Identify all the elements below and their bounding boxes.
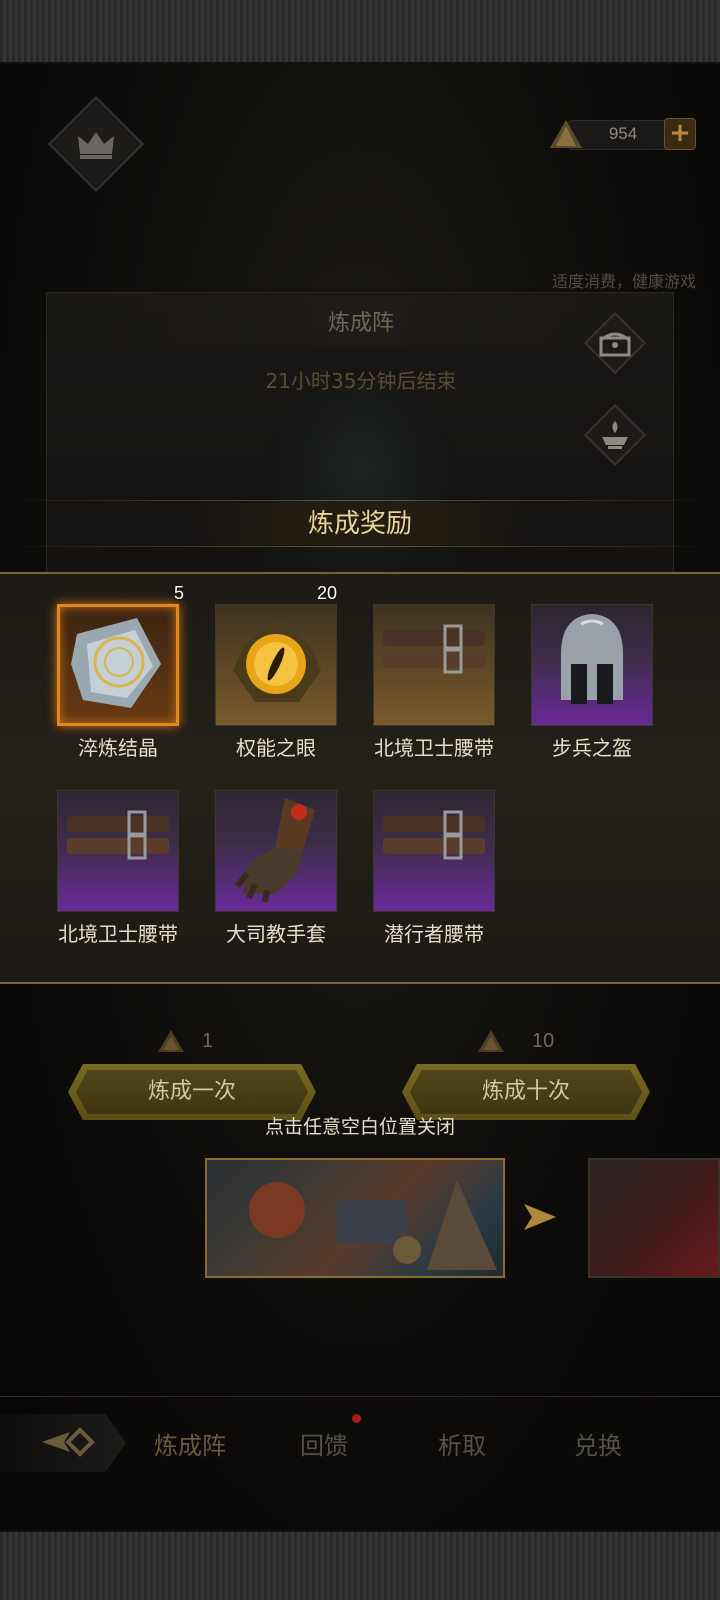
altar-button[interactable] — [583, 403, 647, 467]
belt-icon — [383, 624, 485, 674]
bottom-frame — [0, 1530, 720, 1600]
event-banner[interactable] — [205, 1158, 505, 1278]
item-name: 北境卫士腰带 — [374, 736, 494, 760]
crown-icon[interactable] — [62, 110, 130, 178]
belt-icon — [383, 810, 485, 860]
notification-dot — [352, 1414, 361, 1423]
currency-display: 954 + — [548, 118, 696, 152]
belt-icon — [67, 810, 169, 860]
tab-exchange[interactable]: 兑换 — [574, 1426, 622, 1461]
tab-extract[interactable]: 析取 — [438, 1426, 486, 1461]
helmet-icon — [561, 614, 623, 704]
arch-decoration — [261, 383, 461, 593]
chest-icon — [584, 312, 646, 374]
health-notice: 适度消费，健康游戏 — [551, 272, 696, 291]
altar-icon — [584, 404, 646, 466]
add-currency-button[interactable]: + — [664, 118, 696, 150]
banner-art — [249, 1180, 497, 1270]
item-count: 20 — [316, 583, 337, 603]
item-name: 潜行者腰带 — [384, 922, 484, 946]
crystal-icon — [71, 618, 161, 708]
currency-value: 954 — [608, 124, 638, 143]
header-line-bottom — [0, 546, 720, 547]
chest-button[interactable] — [583, 311, 647, 375]
gem-icon — [158, 1030, 184, 1052]
once-cost: 1 — [202, 1030, 214, 1052]
item-name: 淬炼结晶 — [78, 736, 158, 760]
arrow-right-icon[interactable] — [522, 1202, 558, 1232]
tab-rewards[interactable]: 回馈 — [300, 1426, 348, 1461]
back-arrow-icon[interactable] — [40, 1426, 104, 1458]
item-name: 权能之眼 — [236, 736, 316, 760]
tab-bar: 炼成阵 回馈 析取 兑换 — [0, 1396, 720, 1492]
ten-cost: 10 — [532, 1030, 555, 1052]
item-count: 5 — [173, 583, 184, 603]
tab-forge[interactable]: 炼成阵 — [154, 1426, 226, 1461]
glove-icon — [234, 798, 315, 903]
header-line-top — [0, 500, 720, 501]
panel-title: 炼成阵 — [327, 311, 394, 336]
eye-icon — [233, 620, 321, 702]
event-banner-next[interactable] — [588, 1158, 720, 1278]
gem-icon — [550, 120, 582, 148]
top-frame — [0, 0, 720, 64]
reward-title: 炼成奖励 — [200, 503, 520, 545]
gem-icon — [478, 1030, 504, 1052]
event-timer: 21小时35分钟后结束 — [265, 369, 457, 393]
close-hint[interactable]: 点击任意空白位置关闭 — [0, 1112, 720, 1139]
item-name: 步兵之盔 — [552, 736, 632, 760]
item-name: 大司教手套 — [226, 922, 326, 946]
item-name: 北境卫士腰带 — [58, 922, 178, 946]
